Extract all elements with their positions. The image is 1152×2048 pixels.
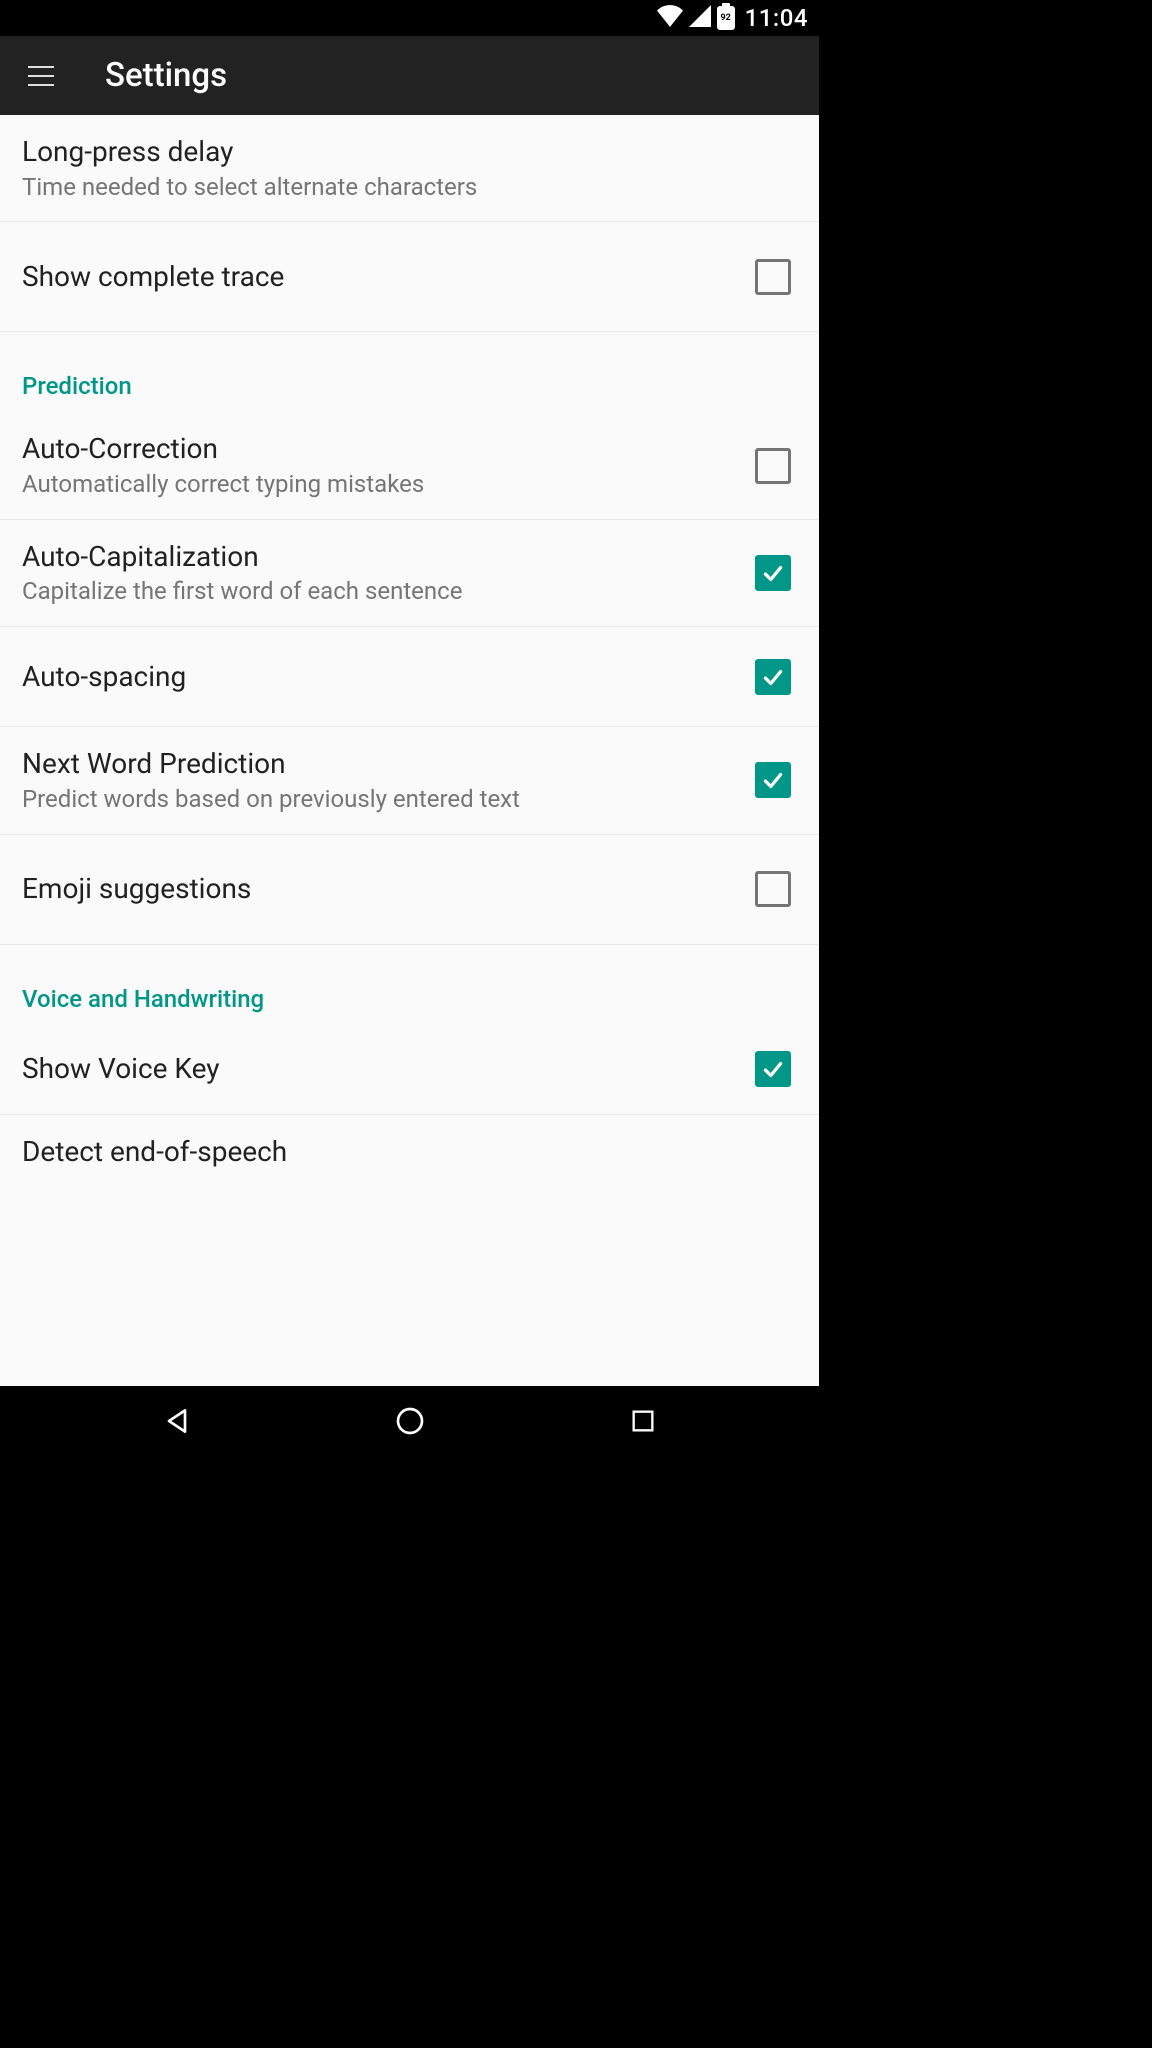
checkbox-show-voice-key[interactable]	[755, 1051, 791, 1087]
settings-list[interactable]: Long-press delay Time needed to select a…	[0, 115, 819, 1386]
setting-subtitle: Capitalize the first word of each senten…	[22, 577, 755, 606]
setting-title: Show complete trace	[22, 260, 755, 294]
recent-apps-button[interactable]	[593, 1396, 693, 1446]
status-bar: 92 11:04	[0, 0, 819, 36]
setting-auto-correction[interactable]: Auto-Correction Automatically correct ty…	[0, 412, 819, 519]
setting-title: Auto-Correction	[22, 432, 755, 466]
page-title: Settings	[105, 56, 227, 95]
setting-long-press-delay[interactable]: Long-press delay Time needed to select a…	[0, 115, 819, 222]
section-header-prediction: Prediction	[0, 332, 819, 412]
checkbox-show-complete-trace[interactable]	[755, 259, 791, 295]
setting-title: Auto-spacing	[22, 660, 755, 694]
clock: 11:04	[745, 4, 808, 32]
setting-subtitle: Automatically correct typing mistakes	[22, 470, 755, 499]
section-header-voice: Voice and Handwriting	[0, 945, 819, 1025]
cellular-signal-icon	[689, 5, 711, 31]
home-button[interactable]	[360, 1396, 460, 1446]
setting-title: Next Word Prediction	[22, 747, 755, 781]
setting-subtitle: Time needed to select alternate characte…	[22, 173, 797, 202]
checkbox-auto-spacing[interactable]	[755, 659, 791, 695]
setting-emoji-suggestions[interactable]: Emoji suggestions	[0, 835, 819, 945]
setting-show-complete-trace[interactable]: Show complete trace	[0, 222, 819, 332]
setting-title: Long-press delay	[22, 135, 797, 169]
setting-auto-spacing[interactable]: Auto-spacing	[0, 627, 819, 727]
checkbox-emoji-suggestions[interactable]	[755, 871, 791, 907]
hamburger-icon[interactable]	[28, 66, 54, 86]
setting-next-word-prediction[interactable]: Next Word Prediction Predict words based…	[0, 727, 819, 834]
setting-show-voice-key[interactable]: Show Voice Key	[0, 1025, 819, 1115]
setting-title: Emoji suggestions	[22, 872, 755, 906]
setting-auto-capitalization[interactable]: Auto-Capitalization Capitalize the first…	[0, 520, 819, 627]
setting-title: Auto-Capitalization	[22, 540, 755, 574]
app-bar: Settings	[0, 36, 819, 115]
battery-level: 92	[720, 13, 730, 23]
back-button[interactable]	[127, 1396, 227, 1446]
checkbox-auto-capitalization[interactable]	[755, 555, 791, 591]
setting-title: Detect end-of-speech	[22, 1135, 797, 1169]
wifi-icon	[657, 5, 683, 31]
checkbox-next-word-prediction[interactable]	[755, 762, 791, 798]
battery-icon: 92	[717, 6, 735, 30]
navigation-bar	[0, 1386, 819, 1456]
checkbox-auto-correction[interactable]	[755, 448, 791, 484]
setting-detect-end-of-speech[interactable]: Detect end-of-speech	[0, 1115, 819, 1169]
setting-title: Show Voice Key	[22, 1052, 755, 1086]
setting-subtitle: Predict words based on previously entere…	[22, 785, 755, 814]
